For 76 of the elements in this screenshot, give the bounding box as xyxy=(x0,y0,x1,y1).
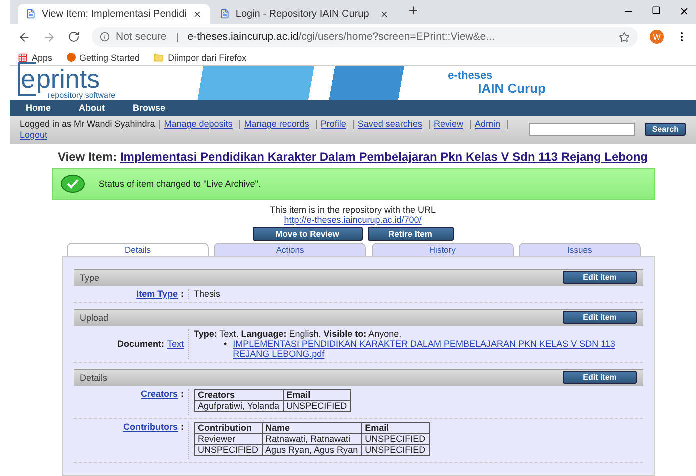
search-field[interactable] xyxy=(529,123,636,136)
section-title: Upload xyxy=(80,312,109,323)
user-menu-link[interactable]: Review xyxy=(434,119,464,129)
document-description: Type: Text. Language: English. Visible to: Anyone. xyxy=(194,328,403,339)
check-icon xyxy=(61,174,85,193)
maximize-icon[interactable] xyxy=(652,6,661,15)
field-label: Document: xyxy=(117,338,164,349)
user-menu-link[interactable]: Admin xyxy=(475,119,501,129)
close-icon[interactable] xyxy=(380,10,389,18)
address-bar[interactable]: Not secure e-theses.iaincurup.ac.id/cgi/users/home?screen=EPrint::View&e... xyxy=(92,27,638,47)
browser-tab[interactable]: View Item: Implementasi Pendidi xyxy=(18,4,210,24)
folder-icon xyxy=(154,52,164,62)
page-icon xyxy=(26,9,36,19)
table-cell: UNSPECIFIED xyxy=(362,433,430,444)
field-label-link[interactable]: Contributors xyxy=(124,422,178,432)
nav-link[interactable]: About xyxy=(79,103,106,113)
table-cell: UNSPECIFIED xyxy=(362,444,430,456)
field-label-link[interactable]: Creators xyxy=(140,388,178,399)
apps-icon xyxy=(18,52,28,62)
colon: : xyxy=(181,422,184,432)
table-header: Email xyxy=(362,422,430,434)
search-button[interactable]: Search xyxy=(645,123,686,136)
user-menu-link[interactable]: Manage records xyxy=(244,119,310,129)
table-header: Email xyxy=(283,389,351,400)
bookmark-item[interactable]: Getting Started xyxy=(66,52,140,62)
section-title: Type xyxy=(80,272,100,283)
bullet: • xyxy=(224,338,228,351)
url-intro: This item is in the repository with the URL xyxy=(270,204,436,215)
panel-tab[interactable]: History xyxy=(372,242,514,256)
field-label-link[interactable]: Text xyxy=(167,338,184,349)
file-link[interactable]: IMPLEMENTASI PENDIDIKAN KARAKTER DALAM PEMBELAJARAN PKN KELAS V SDN 113 REJANG LEBONG.pdf xyxy=(233,338,643,359)
table-cell: Reviewer xyxy=(194,433,262,444)
panel-tab[interactable]: Details xyxy=(67,242,209,256)
section-title: Details xyxy=(80,372,108,383)
status-message: Status of item changed to "Live Archive". xyxy=(99,178,261,189)
nav-link[interactable]: Home xyxy=(26,103,52,113)
table-cell: UNSPECIFIED xyxy=(283,400,351,412)
close-icon[interactable] xyxy=(192,10,202,18)
colon: : xyxy=(181,288,184,299)
table-cell: Agufpratiwi, Yolanda xyxy=(194,400,284,412)
bookmark-item[interactable]: Diimpor dari Firefox xyxy=(154,52,247,62)
table-cell: UNSPECIFIED xyxy=(194,444,262,456)
login-status: Logged in as Mr Wandi Syahindra xyxy=(20,119,156,129)
bookmark-item[interactable]: Apps xyxy=(18,52,53,62)
edit-item-button[interactable]: Edit item xyxy=(563,311,637,324)
user-menu-link[interactable]: Saved searches xyxy=(358,119,422,129)
edit-item-button[interactable]: Edit item xyxy=(563,271,637,284)
edit-item-button[interactable]: Edit item xyxy=(563,371,637,384)
colon: : xyxy=(181,388,184,399)
new-tab-button[interactable]: + xyxy=(398,3,428,21)
info-icon xyxy=(100,32,110,42)
panel-tab[interactable]: Issues xyxy=(518,242,641,256)
user-menu-link[interactable]: Logout xyxy=(20,130,48,140)
panel-tab[interactable]: Actions xyxy=(214,242,366,256)
action-button[interactable]: Move to Review xyxy=(252,226,362,241)
page-icon xyxy=(220,9,230,19)
table-cell: Agus Ryan, Agus Ryan xyxy=(262,444,362,456)
user-menu-link[interactable]: Manage deposits xyxy=(164,119,233,129)
action-button[interactable]: Retire Item xyxy=(368,226,454,241)
item-url-link[interactable]: http://e-theses.iaincurup.ac.id/700/ xyxy=(284,214,422,225)
table-header: Contribution xyxy=(194,422,262,434)
close-icon[interactable] xyxy=(679,6,690,17)
field-label-link[interactable]: Item Type xyxy=(136,288,178,299)
back-icon[interactable] xyxy=(18,30,31,44)
star-icon[interactable] xyxy=(619,32,630,42)
page-title: View Item: xyxy=(58,150,118,164)
field-value: Thesis xyxy=(194,288,221,299)
browser-tab[interactable]: Login - Repository IAIN Curup xyxy=(212,4,397,24)
table-cell: Ratnawati, Ratnawati xyxy=(262,433,362,444)
table-header: Creators xyxy=(194,389,284,400)
user-menu-link[interactable]: Profile xyxy=(320,119,346,129)
nav-link[interactable]: Browse xyxy=(133,103,166,113)
item-title-link[interactable]: Implementasi Pendidikan Karakter Dalam Pembelajaran Pkn Kelas V Sdn 113 Rejang Lebong xyxy=(120,150,648,164)
site-title: e-theses IAIN Curup xyxy=(448,71,546,95)
table-header: Name xyxy=(262,422,362,434)
reload-icon[interactable] xyxy=(68,31,80,43)
